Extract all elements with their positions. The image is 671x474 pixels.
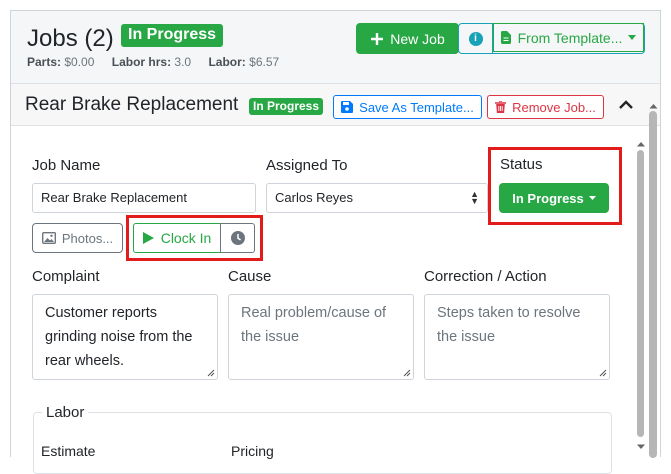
scroll-up-arrow-icon[interactable]: [635, 139, 647, 149]
complaint-textarea[interactable]: Customer reports grinding noise from the…: [32, 294, 218, 380]
from-template-dropdown[interactable]: From Template...: [493, 23, 644, 52]
labor-hrs-label: Labor hrs:: [111, 55, 172, 69]
complaint-label: Complaint: [32, 268, 100, 285]
info-icon: i: [468, 31, 483, 46]
jobs-status-badge: In Progress: [121, 24, 224, 47]
clock-in-highlight-box: [126, 215, 263, 261]
plus-icon: [371, 32, 384, 45]
from-template-label: From Template...: [517, 29, 623, 46]
select-arrows-icon: ▲ ▼: [470, 189, 479, 206]
job-card-header: Rear Brake Replacement In Progress Save …: [11, 84, 660, 126]
labor-label: Labor:: [208, 55, 246, 69]
cause-textarea[interactable]: Real problem/cause of the issue: [228, 294, 414, 380]
cause-placeholder: Real problem/cause of the issue: [241, 305, 387, 345]
photos-label: Photos...: [61, 230, 114, 246]
scroll-down-arrow-icon[interactable]: [635, 442, 647, 452]
parts-value: $0.00: [64, 55, 95, 69]
job-card: Rear Brake Replacement In Progress Save …: [11, 83, 660, 459]
labor-legend: Labor: [42, 404, 89, 421]
caret-down-icon: [628, 35, 637, 40]
job-status-badge: In Progress: [249, 98, 324, 115]
complaint-value: Customer reports grinding noise from the…: [45, 305, 193, 369]
job-stats: Parts: $0.00 Labor hrs: 3.0 Labor: $6.57: [27, 55, 279, 69]
inner-scrollbar[interactable]: [635, 139, 647, 458]
assigned-to-select[interactable]: Carlos Reyes ▲ ▼: [266, 183, 488, 213]
status-highlight-box: [488, 147, 622, 225]
resize-grip-icon[interactable]: [403, 369, 411, 377]
remove-job-label: Remove Job...: [512, 99, 596, 115]
page-title: Jobs (2): [27, 25, 114, 52]
outer-scrollbar[interactable]: [647, 101, 660, 458]
correction-textarea[interactable]: Steps taken to resolve the issue: [424, 294, 610, 380]
job-name-input[interactable]: Rear Brake Replacement: [32, 183, 256, 213]
job-title: Rear Brake Replacement: [25, 94, 239, 115]
jobs-section: Jobs (2) In Progress Parts: $0.00 Labor …: [10, 10, 661, 474]
cause-label: Cause: [228, 268, 272, 285]
correction-placeholder: Steps taken to resolve the issue: [437, 305, 581, 345]
inner-scrollbar-thumb[interactable]: [637, 150, 644, 437]
parts-label: Parts:: [27, 55, 62, 69]
job-name-label: Job Name: [32, 157, 101, 174]
scroll-up-arrow-icon[interactable]: [647, 101, 660, 111]
outer-scrollbar-thumb[interactable]: [649, 111, 657, 458]
assigned-to-label: Assigned To: [266, 157, 348, 174]
assigned-to-value: Carlos Reyes: [275, 190, 354, 205]
template-info-button[interactable]: i: [459, 24, 493, 53]
new-job-label: New Job: [390, 30, 445, 47]
file-icon: [500, 31, 511, 44]
correction-label: Correction / Action: [424, 268, 547, 285]
labor-value: $6.57: [249, 55, 280, 69]
save-as-template-button[interactable]: Save As Template...: [333, 95, 482, 119]
resize-grip-icon[interactable]: [599, 369, 607, 377]
save-as-template-label: Save As Template...: [359, 99, 474, 115]
template-button-group: i From Template...: [458, 23, 645, 54]
remove-job-button[interactable]: Remove Job...: [487, 95, 604, 119]
resize-grip-icon[interactable]: [207, 369, 215, 377]
trash-icon: [495, 101, 507, 113]
image-icon: [41, 232, 56, 244]
labor-hrs-value: 3.0: [174, 55, 192, 69]
floppy-disk-icon: [341, 101, 354, 113]
photos-button[interactable]: Photos...: [32, 223, 123, 253]
chevron-up-icon[interactable]: [617, 96, 635, 114]
labor-fieldset: [33, 412, 612, 474]
new-job-button[interactable]: New Job: [356, 23, 459, 54]
